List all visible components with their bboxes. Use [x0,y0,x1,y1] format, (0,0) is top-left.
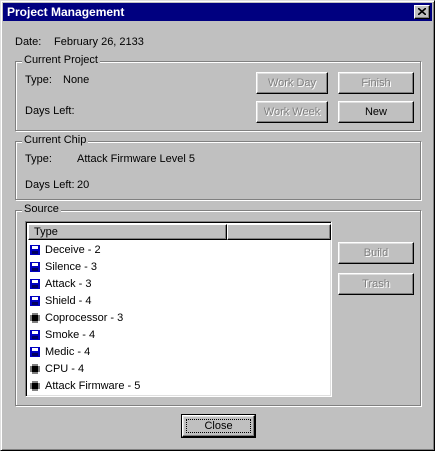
list-item-label: CPU - 4 [45,362,85,375]
source-list-header: Type [28,224,331,240]
floppy-disk-icon [30,261,40,272]
list-item-label: Attack - 3 [45,277,92,290]
title-bar[interactable]: Project Management [3,3,432,21]
floppy-disk-icon [30,278,40,289]
list-item-label: Smoke - 4 [45,328,96,341]
list-item-label: Shield - 4 [45,294,92,307]
source-list-rows: Deceive - 2 Silence - 3 Attack - 3 Shield -… [30,241,329,394]
close-button-label: Close [204,420,233,432]
list-item-label: Coprocessor - 3 [45,311,124,324]
project-management-window: Project Management Date: February 26, 21… [0,0,435,451]
title-close-button[interactable] [414,5,430,19]
date-label: Date: [15,36,42,48]
project-type-label: Type: [25,74,52,86]
list-item[interactable]: CPU - 4 [30,360,329,377]
current-chip-group-label: Current Chip [22,134,89,146]
trash-button[interactable]: Trash [338,273,414,295]
list-item[interactable]: Smoke - 4 [30,326,329,343]
current-project-group-label: Current Project [22,54,100,66]
date-value: February 26, 2133 [54,36,144,48]
column-header-extra[interactable] [227,224,331,240]
work-week-button[interactable]: Work Week [256,101,328,123]
chip-days-left-value: 20 [77,179,90,191]
floppy-disk-icon [30,329,40,340]
new-button[interactable]: New [338,101,414,123]
chip-type-value: Attack Firmware Level 5 [77,153,195,165]
floppy-disk-icon [30,244,40,255]
chip-icon [30,312,40,323]
chip-icon [30,363,40,374]
list-item[interactable]: Attack - 3 [30,275,329,292]
list-item[interactable]: Deceive - 2 [30,241,329,258]
close-icon [418,8,426,15]
column-header-type[interactable]: Type [28,224,227,240]
list-item-label: Medic - 4 [45,345,91,358]
list-item[interactable]: Shield - 4 [30,292,329,309]
list-item[interactable]: Coprocessor - 3 [30,309,329,326]
chip-icon [30,380,40,391]
floppy-disk-icon [30,346,40,357]
list-item[interactable]: Attack Firmware - 5 [30,377,329,394]
close-button[interactable]: Close [181,414,256,438]
build-button[interactable]: Build [338,242,414,264]
window-title: Project Management [7,5,125,19]
source-group-label: Source [22,203,61,215]
list-item[interactable]: Medic - 4 [30,343,329,360]
project-days-left-label: Days Left: [25,105,75,117]
list-item-label: Attack Firmware - 5 [45,379,141,392]
list-item[interactable]: Silence - 3 [30,258,329,275]
current-chip-group: Current Chip [15,134,421,200]
finish-button[interactable]: Finish [338,72,414,94]
project-type-value: None [63,74,90,86]
list-item-label: Silence - 3 [45,260,97,273]
chip-type-label: Type: [25,153,52,165]
work-day-button[interactable]: Work Day [256,72,328,94]
floppy-disk-icon [30,295,40,306]
list-item-label: Deceive - 2 [45,243,101,256]
source-list[interactable]: Type Deceive - 2 Silence - 3 Attack - 3 Shi… [25,221,332,397]
chip-days-left-label: Days Left: [25,179,75,191]
